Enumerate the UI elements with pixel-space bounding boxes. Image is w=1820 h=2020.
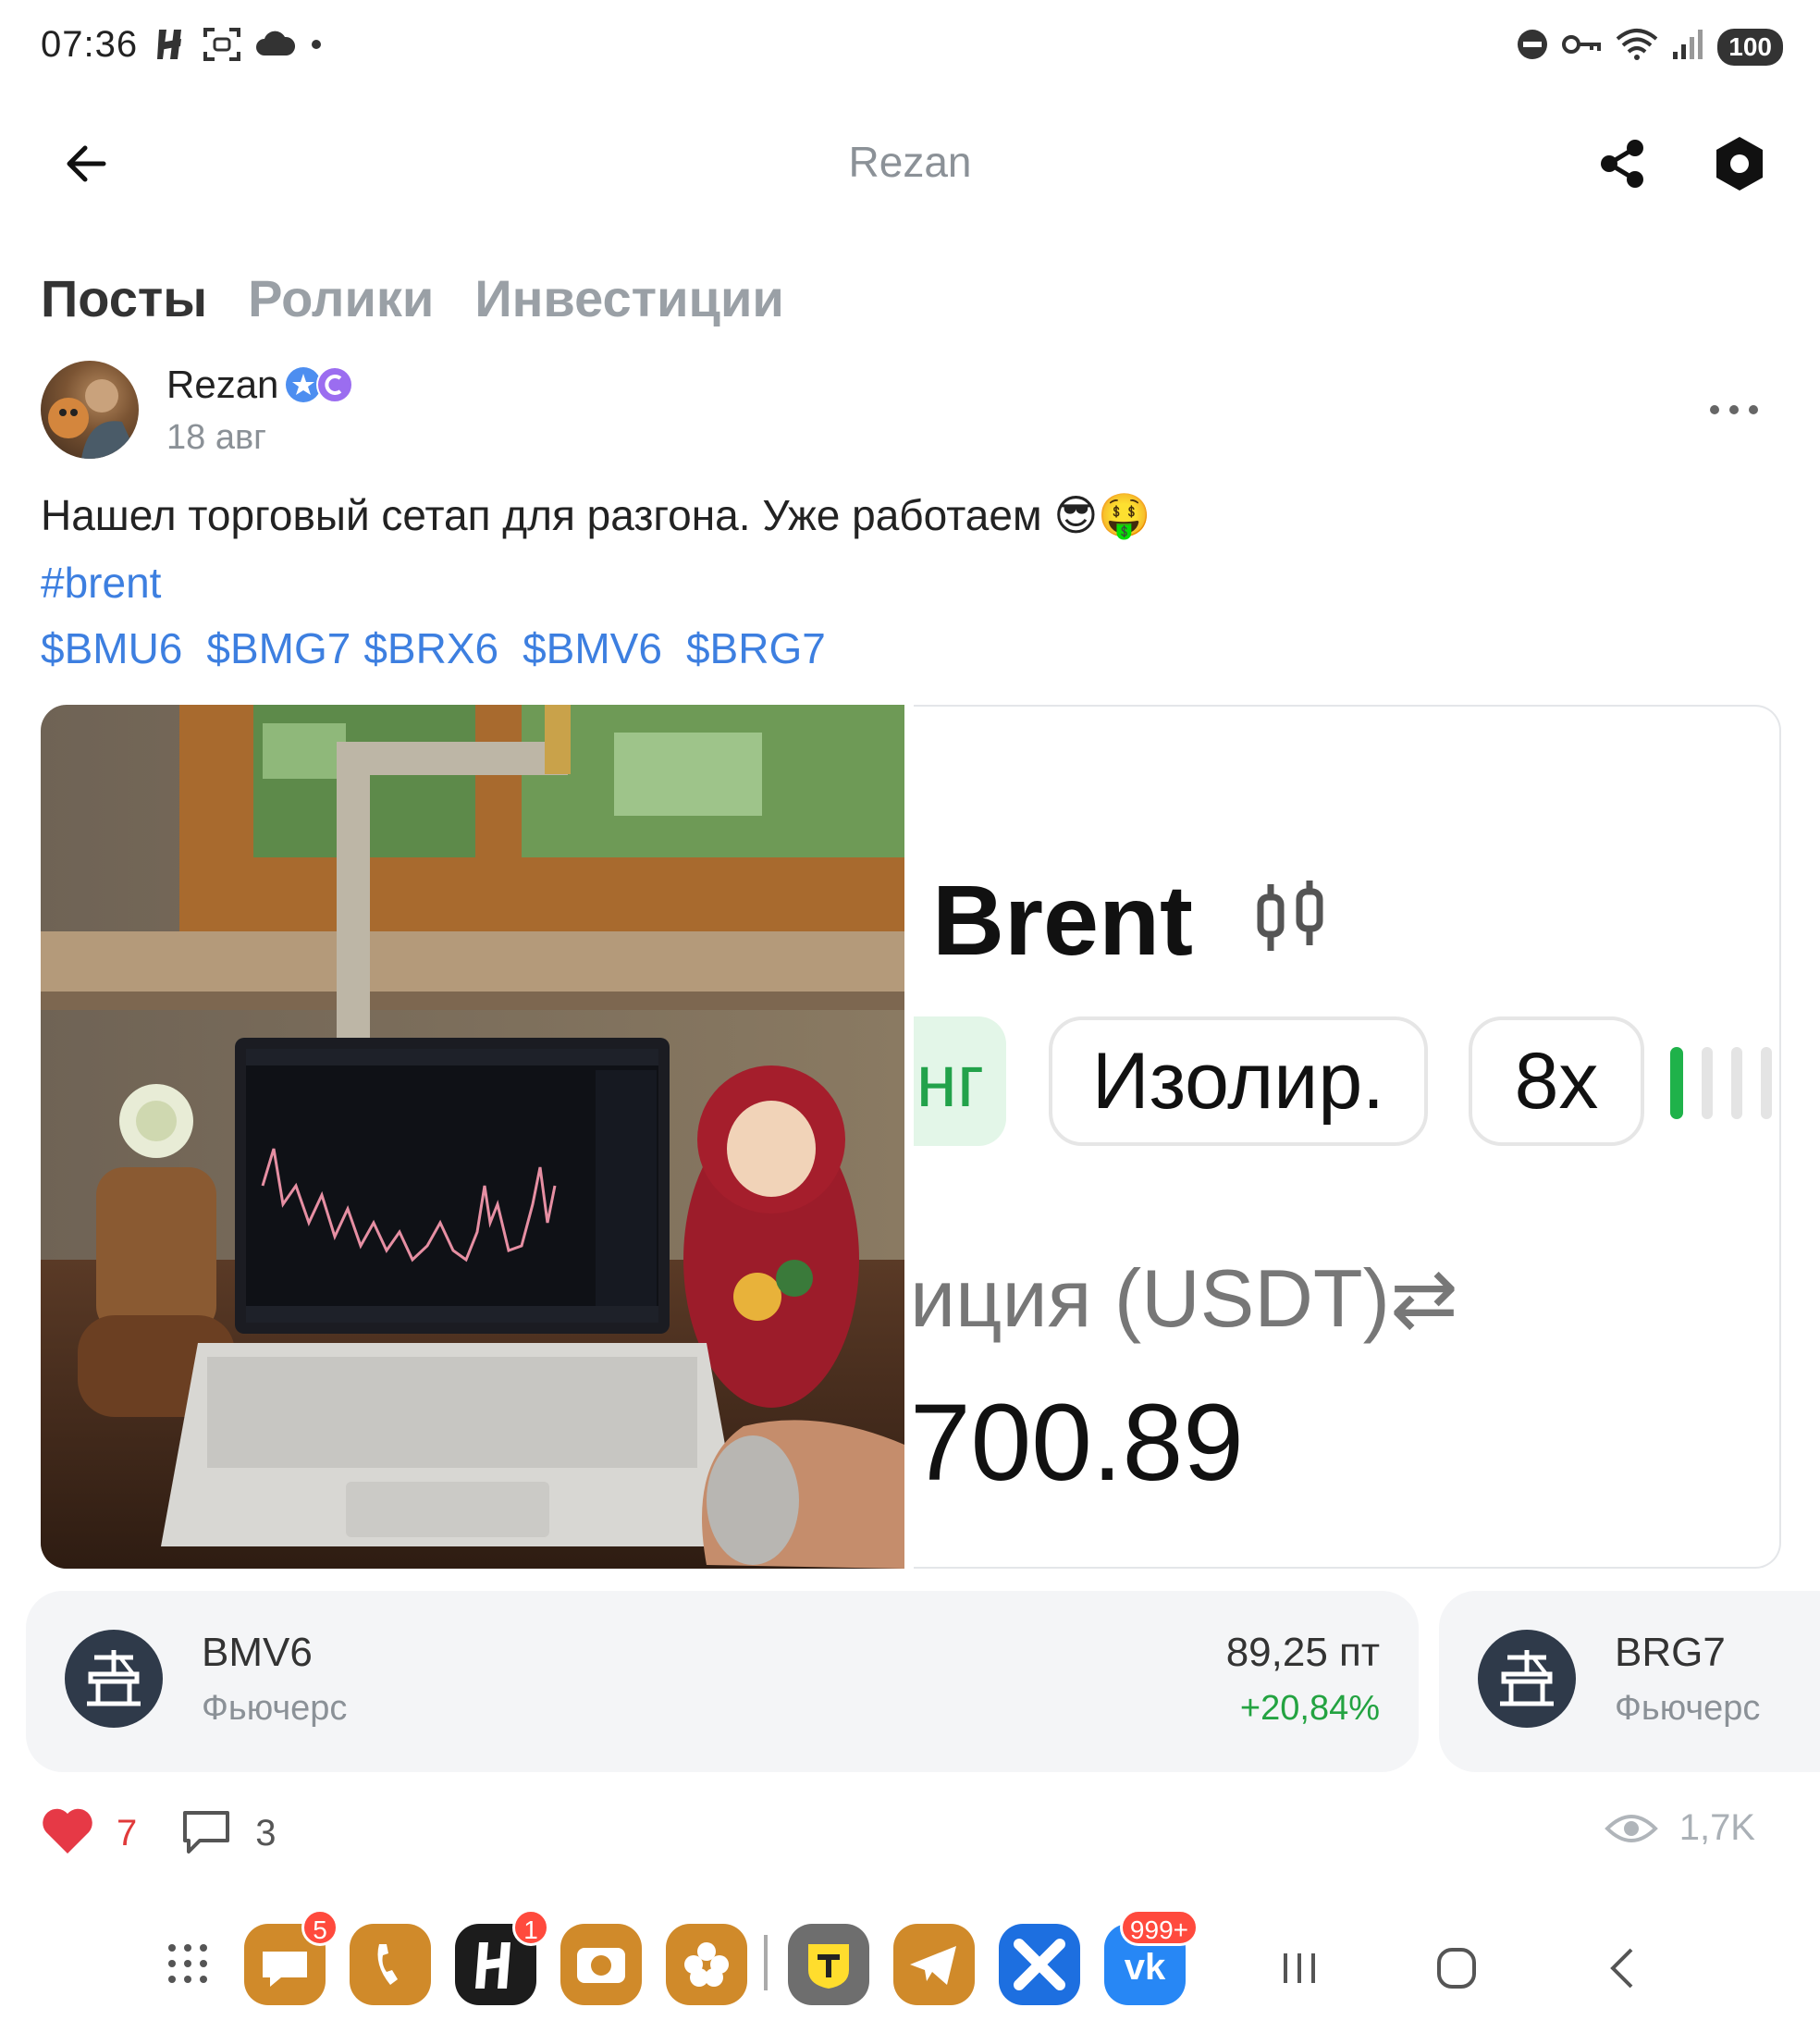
tab-videos[interactable]: Ролики xyxy=(248,268,434,328)
instrument-card[interactable]: BRG7 Фьючерс xyxy=(1439,1591,1820,1772)
like-button[interactable] xyxy=(41,1807,94,1860)
settings-button[interactable] xyxy=(1707,131,1772,196)
instrument-card[interactable]: BMV6 Фьючерс 89,25 пт +20,84% xyxy=(26,1591,1419,1772)
page-title: Rezan xyxy=(848,138,972,186)
oil-rig-icon xyxy=(65,1630,163,1728)
screenshot-icon xyxy=(202,26,242,68)
post-photo-laptop[interactable] xyxy=(41,705,904,1569)
ticker-link[interactable]: $BRX6 xyxy=(363,623,498,673)
position-label: иция (USDT)⇄ xyxy=(914,1252,1458,1344)
chip-leverage: 8x xyxy=(1469,1016,1644,1146)
post-text: Нашел торговый сетап для разгона. Уже ра… xyxy=(41,491,1151,539)
eye-icon xyxy=(1604,1814,1658,1842)
avatar[interactable] xyxy=(41,361,139,459)
more-options-button[interactable] xyxy=(1702,387,1766,433)
instrument-type: Фьючерс xyxy=(202,1689,348,1728)
author-name[interactable]: Rezan xyxy=(166,363,278,407)
phone-app-icon[interactable] xyxy=(350,1924,431,2005)
profile-tabs: Посты Ролики Инвестиции xyxy=(41,268,784,328)
brent-title: Brent xyxy=(932,864,1194,976)
dnd-icon xyxy=(1516,28,1549,66)
more-dots-icon xyxy=(1710,405,1758,414)
ticker-link[interactable]: $BMU6 xyxy=(41,623,182,673)
position-value: 700.89 xyxy=(914,1382,1244,1504)
post-actions: 7 3 xyxy=(41,1807,277,1860)
share-button[interactable] xyxy=(1591,131,1655,196)
recents-icon xyxy=(1284,1953,1315,1983)
chip-margin-mode: Изолир. xyxy=(1049,1016,1428,1146)
hydra-app-icon[interactable]: 1 xyxy=(455,1909,549,2005)
instrument-ticker: BMV6 xyxy=(202,1630,313,1675)
signal-icon xyxy=(1671,28,1704,66)
views-indicator: 1,7K xyxy=(1604,1807,1755,1849)
app-header: Rezan xyxy=(0,111,1820,213)
key-icon xyxy=(1562,31,1603,63)
tab-posts[interactable]: Посты xyxy=(41,268,207,328)
instrument-ticker: BRG7 xyxy=(1615,1630,1726,1675)
status-bar: 07:36 100 xyxy=(0,0,1820,92)
post-date: 18 авг xyxy=(166,418,267,457)
share-icon xyxy=(1601,140,1643,188)
cloud-icon xyxy=(255,30,296,64)
notification-badge: 5 xyxy=(301,1909,338,1946)
notification-badge: 999+ xyxy=(1119,1909,1199,1946)
dock-divider xyxy=(764,1935,768,1990)
ticker-link[interactable]: $BMV6 xyxy=(523,623,662,673)
comment-button[interactable] xyxy=(179,1807,233,1860)
views-count: 1,7K xyxy=(1679,1807,1755,1848)
notification-badge: 1 xyxy=(512,1909,549,1946)
instrument-price: 89,25 пт xyxy=(1225,1630,1380,1675)
chip-partial: нг xyxy=(914,1016,1006,1146)
svg-text:vk: vk xyxy=(1125,1947,1166,1988)
comments-count: 3 xyxy=(255,1813,277,1854)
crossbrowser-app-icon[interactable] xyxy=(999,1924,1080,2005)
hexagon-settings-icon xyxy=(1716,137,1763,191)
comment-icon xyxy=(183,1811,230,1854)
instrument-change: +20,84% xyxy=(1239,1689,1380,1728)
chevron-left-icon xyxy=(1610,1948,1633,1989)
gallery-app-icon[interactable] xyxy=(666,1924,747,2005)
ticker-link[interactable]: $BMG7 xyxy=(206,623,350,673)
telegram-app-icon[interactable] xyxy=(893,1924,975,2005)
ticker-link[interactable]: $BRG7 xyxy=(686,623,826,673)
author-badges xyxy=(285,366,353,403)
vk-app-icon[interactable]: vk 999+ xyxy=(1104,1909,1199,2005)
battery-indicator: 100 xyxy=(1717,28,1783,66)
messages-app-icon[interactable]: 5 xyxy=(244,1909,338,2005)
premium-badge-icon xyxy=(316,366,353,403)
tbank-app-icon[interactable] xyxy=(788,1924,869,2005)
dot-icon xyxy=(309,37,324,56)
status-time: 07:36 xyxy=(41,24,139,65)
app-drawer-button[interactable] xyxy=(166,1942,209,1989)
likes-count: 7 xyxy=(117,1813,138,1854)
tab-investments[interactable]: Инвестиции xyxy=(474,268,783,328)
grid-dots-icon xyxy=(168,1944,207,1983)
app-dock: 5 1 vk 999+ xyxy=(0,1909,1820,2020)
camera-app-icon[interactable] xyxy=(560,1924,642,2005)
post-photo-trading[interactable]: Brent нг Изолир. 8x иция (USDT)⇄ 700.89 xyxy=(914,705,1781,1569)
hydra-icon xyxy=(155,26,189,68)
home-button[interactable] xyxy=(1424,1940,1489,1996)
nav-back-button[interactable] xyxy=(1591,1940,1655,1996)
recent-apps-button[interactable] xyxy=(1267,1940,1332,1996)
wifi-icon xyxy=(1616,28,1658,66)
instrument-type: Фьючерс xyxy=(1615,1689,1761,1728)
home-icon xyxy=(1437,1948,1476,1989)
leverage-bars xyxy=(1670,1041,1779,1129)
heart-icon xyxy=(43,1808,92,1854)
hashtag-link[interactable]: #brent xyxy=(41,558,161,608)
ticker-links: $BMU6 $BMG7 $BRX6 $BMV6 $BRG7 xyxy=(41,623,850,673)
candles-icon xyxy=(1257,881,1323,951)
oil-rig-icon xyxy=(1478,1630,1576,1728)
